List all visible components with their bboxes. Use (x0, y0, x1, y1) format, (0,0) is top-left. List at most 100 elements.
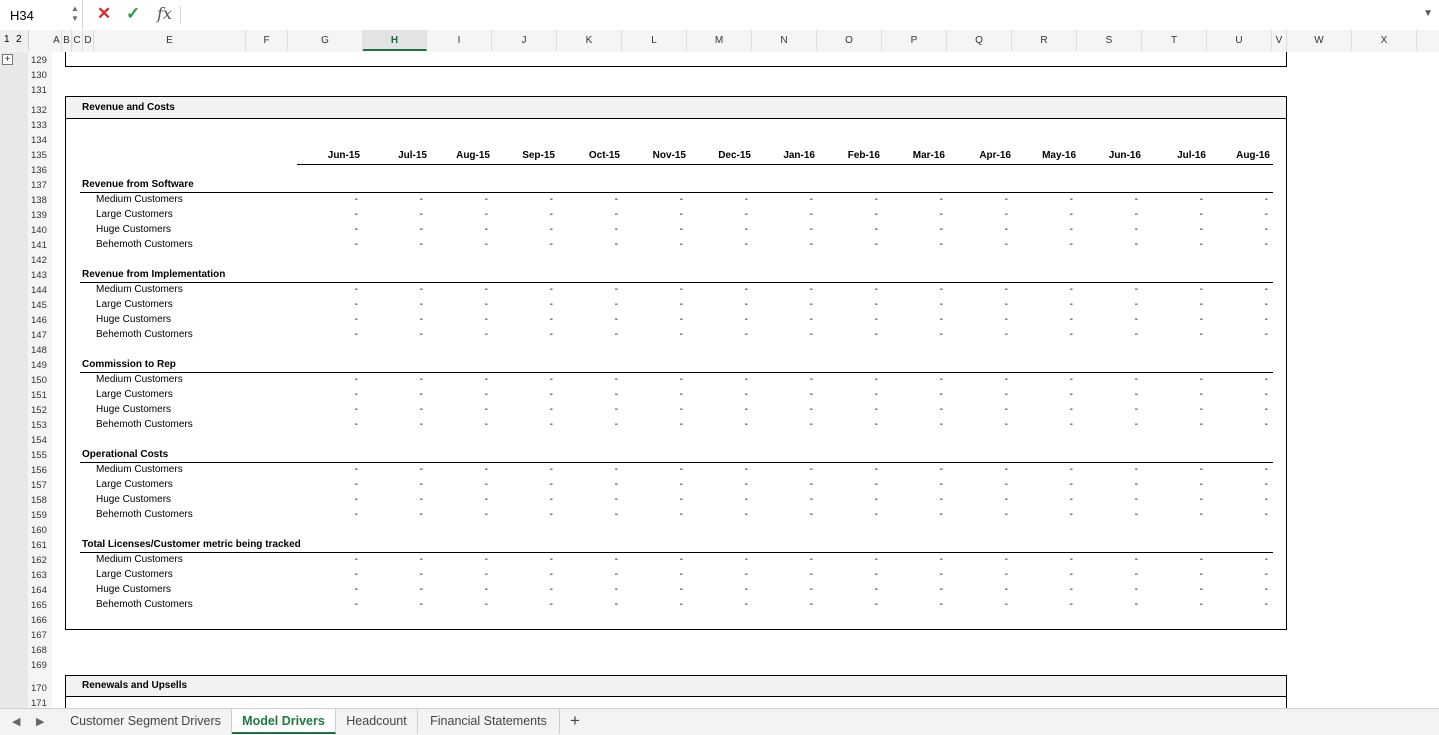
add-sheet-button[interactable]: + (570, 711, 580, 731)
row-header-153[interactable]: 153 (28, 420, 52, 431)
value-cell: - (484, 374, 488, 385)
row-header-163[interactable]: 163 (28, 570, 52, 581)
sheet-tab-customer-segment-drivers[interactable]: Customer Segment Drivers (60, 709, 232, 734)
name-box-stepper-icon[interactable]: ▲ ▼ (71, 4, 79, 24)
row-header-137[interactable]: 137 (28, 180, 52, 191)
row-header-142[interactable]: 142 (28, 255, 52, 266)
value-cell: - (1134, 599, 1138, 610)
row-header-167[interactable]: 167 (28, 630, 52, 641)
row-header-144[interactable]: 144 (28, 285, 52, 296)
column-header-t[interactable]: T (1142, 30, 1207, 51)
row-header-129[interactable]: 129 (28, 55, 52, 66)
name-box-value[interactable]: H34 (10, 8, 34, 23)
row-header-140[interactable]: 140 (28, 225, 52, 236)
row-header-160[interactable]: 160 (28, 525, 52, 536)
cancel-icon[interactable]: ✕ (97, 4, 111, 24)
formula-expand-icon[interactable]: ▼ (1423, 8, 1433, 19)
name-box[interactable]: H34 ▲ ▼ (0, 0, 83, 29)
column-header-l[interactable]: L (622, 30, 687, 51)
column-header-m[interactable]: M (687, 30, 752, 51)
value-cell: - (1004, 509, 1008, 520)
row-header-168[interactable]: 168 (28, 645, 52, 656)
row-header-170[interactable]: 170 (28, 683, 52, 694)
column-header-g[interactable]: G (288, 30, 363, 51)
column-header-w[interactable]: W (1287, 30, 1352, 51)
column-header-o[interactable]: O (817, 30, 882, 51)
value-cell: - (679, 284, 683, 295)
row-header-131[interactable]: 131 (28, 85, 52, 96)
row-header-156[interactable]: 156 (28, 465, 52, 476)
row-header-146[interactable]: 146 (28, 315, 52, 326)
sheet-tab-model-drivers[interactable]: Model Drivers (232, 709, 336, 734)
row-header-134[interactable]: 134 (28, 135, 52, 146)
column-header-b[interactable]: B (62, 30, 72, 51)
row-header-141[interactable]: 141 (28, 240, 52, 251)
row-header-166[interactable]: 166 (28, 615, 52, 626)
column-header-i[interactable]: I (427, 30, 492, 51)
row-header-143[interactable]: 143 (28, 270, 52, 281)
value-cell: - (614, 479, 618, 490)
expand-group-icon[interactable]: + (2, 54, 13, 65)
column-header-r[interactable]: R (1012, 30, 1077, 51)
column-header-a[interactable]: A (52, 30, 62, 51)
value-cell: - (744, 494, 748, 505)
column-header-k[interactable]: K (557, 30, 622, 51)
column-header-h[interactable]: H (363, 30, 427, 51)
row-header-149[interactable]: 149 (28, 360, 52, 371)
row-header-145[interactable]: 145 (28, 300, 52, 311)
value-cell: - (419, 284, 423, 295)
value-cell: - (744, 194, 748, 205)
row-header-151[interactable]: 151 (28, 390, 52, 401)
value-cell: - (484, 299, 488, 310)
value-cell: - (874, 209, 878, 220)
next-sheet-icon[interactable]: ▶ (36, 715, 44, 728)
insert-function-icon[interactable]: fx (157, 4, 172, 23)
row-header-147[interactable]: 147 (28, 330, 52, 341)
column-header-d[interactable]: D (83, 30, 94, 51)
row-header-159[interactable]: 159 (28, 510, 52, 521)
row-header-171[interactable]: 171 (28, 698, 52, 708)
value-cell: - (1264, 314, 1268, 325)
column-header-v[interactable]: V (1272, 30, 1287, 51)
column-header-x[interactable]: X (1352, 30, 1417, 51)
value-cell: - (354, 599, 358, 610)
column-header-f[interactable]: F (246, 30, 288, 51)
row-header-130[interactable]: 130 (28, 70, 52, 81)
column-header-q[interactable]: Q (947, 30, 1012, 51)
row-header-136[interactable]: 136 (28, 165, 52, 176)
value-cell: - (484, 419, 488, 430)
row-header-164[interactable]: 164 (28, 585, 52, 596)
sheet-grid[interactable]: Revenue and Costs Jun-15 Jul-15 Aug-15 Sep-1… (52, 52, 1439, 708)
row-header-135[interactable]: 135 (28, 150, 52, 161)
sheet-tab-financial-statements[interactable]: Financial Statements (418, 709, 560, 734)
row-header-155[interactable]: 155 (28, 450, 52, 461)
row-header-148[interactable]: 148 (28, 345, 52, 356)
prev-sheet-icon[interactable]: ◀ (12, 715, 20, 728)
sheet-tab-headcount[interactable]: Headcount (336, 709, 418, 734)
column-header-s[interactable]: S (1077, 30, 1142, 51)
row-header-133[interactable]: 133 (28, 120, 52, 131)
row-header-150[interactable]: 150 (28, 375, 52, 386)
column-header-j[interactable]: J (492, 30, 557, 51)
outline-level-2[interactable]: 2 (16, 34, 22, 45)
row-header-152[interactable]: 152 (28, 405, 52, 416)
row-header-169[interactable]: 169 (28, 660, 52, 671)
column-header-u[interactable]: U (1207, 30, 1272, 51)
row-header-158[interactable]: 158 (28, 495, 52, 506)
row-header-138[interactable]: 138 (28, 195, 52, 206)
value-cell: - (939, 389, 943, 400)
row-header-132[interactable]: 132 (28, 105, 52, 116)
column-header-p[interactable]: P (882, 30, 947, 51)
column-header-e[interactable]: E (94, 30, 246, 51)
row-header-139[interactable]: 139 (28, 210, 52, 221)
row-header-154[interactable]: 154 (28, 435, 52, 446)
row-header-162[interactable]: 162 (28, 555, 52, 566)
enter-icon[interactable]: ✓ (126, 4, 140, 24)
row-header-157[interactable]: 157 (28, 480, 52, 491)
outline-level-1[interactable]: 1 (4, 34, 10, 45)
row-header-165[interactable]: 165 (28, 600, 52, 611)
value-cell: - (939, 284, 943, 295)
column-header-c[interactable]: C (72, 30, 83, 51)
column-header-n[interactable]: N (752, 30, 817, 51)
row-header-161[interactable]: 161 (28, 540, 52, 551)
